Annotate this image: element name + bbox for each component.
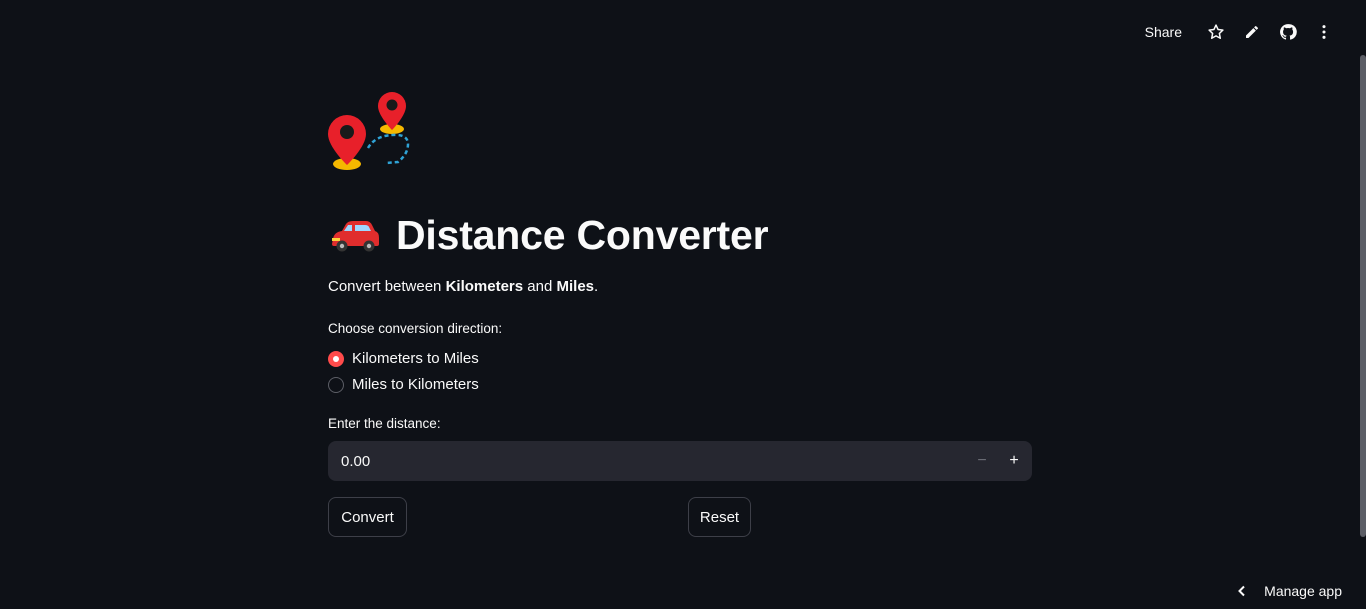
distance-label: Enter the distance: bbox=[328, 416, 441, 431]
share-button[interactable]: Share bbox=[1145, 24, 1182, 40]
decrement-button[interactable]: − bbox=[966, 441, 998, 481]
reset-button[interactable]: Reset bbox=[688, 497, 751, 537]
intro-kilometers: Kilometers bbox=[445, 278, 524, 295]
radio-label: Miles to Kilometers bbox=[352, 376, 479, 393]
direction-label: Choose conversion direction: bbox=[328, 321, 503, 336]
radio-label: Kilometers to Miles bbox=[352, 350, 479, 367]
github-button[interactable] bbox=[1270, 18, 1306, 46]
intro-miles: Miles bbox=[556, 278, 594, 295]
manage-app-button[interactable]: Manage app bbox=[1236, 583, 1342, 599]
map-pins-route-icon bbox=[328, 92, 410, 170]
title-text: Distance Converter bbox=[396, 212, 769, 258]
manage-app-label: Manage app bbox=[1264, 583, 1342, 599]
intro-middle: and bbox=[523, 278, 557, 295]
radio-km-to-miles[interactable]: Kilometers to Miles bbox=[328, 350, 479, 367]
edit-button[interactable] bbox=[1234, 18, 1270, 46]
app-toolbar: Share bbox=[1145, 18, 1342, 46]
car-icon bbox=[332, 221, 379, 252]
convert-button[interactable]: Convert bbox=[328, 497, 407, 537]
star-icon bbox=[1208, 24, 1224, 39]
distance-input-wrapper: 0.00 − + bbox=[328, 441, 1032, 481]
intro-text: Convert between Kilometers and Miles. bbox=[328, 278, 598, 295]
distance-input[interactable]: 0.00 bbox=[328, 453, 966, 470]
main-menu-button[interactable] bbox=[1306, 18, 1342, 46]
page-title: Distance Converter bbox=[328, 212, 769, 258]
page-scrollbar[interactable] bbox=[1360, 55, 1366, 537]
radio-indicator[interactable] bbox=[328, 376, 344, 393]
pencil-icon bbox=[1246, 26, 1258, 38]
chevron-left-icon bbox=[1238, 585, 1245, 597]
intro-prefix: Convert between bbox=[328, 278, 446, 295]
star-button[interactable] bbox=[1198, 18, 1234, 46]
github-icon bbox=[1280, 24, 1297, 40]
radio-indicator-selected[interactable] bbox=[328, 350, 344, 367]
intro-suffix: . bbox=[594, 278, 599, 295]
radio-miles-to-km[interactable]: Miles to Kilometers bbox=[328, 376, 479, 393]
increment-button[interactable]: + bbox=[998, 441, 1030, 481]
more-vertical-icon bbox=[1322, 25, 1326, 39]
